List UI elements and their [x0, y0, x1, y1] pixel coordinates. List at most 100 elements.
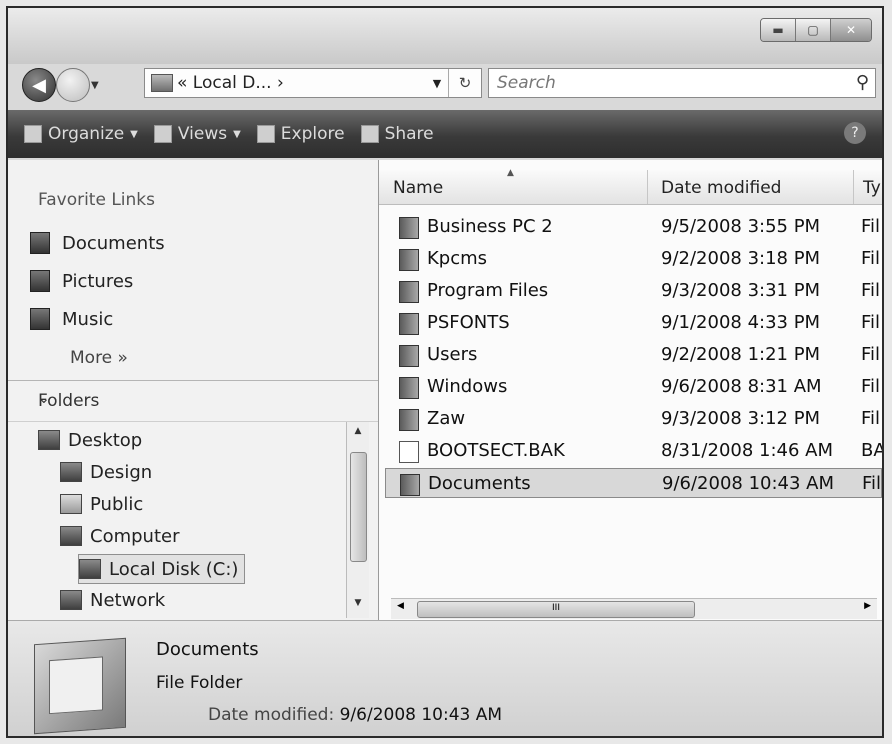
file-row-selected[interactable]: Documents 9/6/2008 10:43 AM Fil — [385, 468, 882, 498]
file-row[interactable]: Program Files 9/3/2008 3:31 PM Fil — [385, 276, 882, 306]
column-divider[interactable] — [647, 170, 648, 204]
share-button[interactable]: Share — [360, 124, 434, 144]
explore-label: Explore — [280, 124, 345, 144]
chevron-down-icon[interactable]: ⌄ — [38, 391, 362, 407]
navigation-bar: ◀ ▼ « Local D... › ▼ ↻ Search ⚲ — [16, 66, 876, 102]
music-icon — [30, 308, 50, 330]
more-links-button[interactable]: More » — [70, 348, 128, 368]
address-bar[interactable]: « Local D... › ▼ ↻ — [144, 68, 482, 98]
details-pane: Documents File Folder Date modified: 9/6… — [8, 620, 882, 736]
tree-item-network[interactable]: Network — [60, 586, 165, 614]
file-row[interactable]: Zaw 9/3/2008 3:12 PM Fil — [385, 404, 882, 434]
file-list-pane: ▲ Name Date modified Ty Business PC 2 9/… — [379, 160, 882, 620]
file-name: Business PC 2 — [427, 216, 553, 237]
scroll-thumb[interactable] — [350, 452, 367, 562]
tree-item-label: Computer — [90, 525, 180, 547]
help-icon[interactable]: ? — [844, 122, 866, 144]
list-horizontal-scrollbar[interactable]: ◀ III ▶ — [391, 598, 877, 619]
folder-icon — [399, 377, 419, 399]
address-dropdown-icon[interactable]: ▼ — [426, 77, 448, 90]
refresh-icon[interactable]: ↻ — [448, 69, 481, 97]
tree-item-public[interactable]: Public — [60, 490, 143, 518]
column-divider[interactable] — [853, 170, 854, 204]
tree-item-label: Public — [90, 493, 144, 515]
drive-icon — [151, 74, 173, 92]
tree-item-desktop[interactable]: Desktop — [38, 426, 142, 454]
views-button[interactable]: Views ▼ — [153, 124, 241, 144]
details-item-name: Documents — [156, 639, 259, 660]
scroll-right-icon[interactable]: ▶ — [864, 601, 871, 611]
search-input[interactable]: Search ⚲ — [488, 68, 876, 98]
folder-icon — [399, 409, 419, 431]
column-header-date[interactable]: Date modified — [661, 178, 781, 198]
file-row[interactable]: Business PC 2 9/5/2008 3:55 PM Fil — [385, 212, 882, 242]
file-type: Fil — [861, 408, 881, 429]
explore-button[interactable]: Explore — [256, 124, 345, 144]
close-icon[interactable]: ✕ — [831, 19, 871, 41]
file-date: 8/31/2008 1:46 AM — [661, 440, 834, 461]
command-bar: Organize ▼ Views ▼ Explore Share ? — [8, 110, 882, 158]
documents-folder-icon — [34, 637, 126, 735]
file-name: PSFONTS — [427, 312, 510, 333]
search-icon[interactable]: ⚲ — [856, 69, 869, 97]
network-icon — [60, 590, 82, 610]
share-label: Share — [384, 124, 434, 144]
views-icon — [153, 125, 172, 143]
tree-item-label: Network — [90, 589, 166, 611]
file-date: 9/6/2008 8:31 AM — [661, 376, 822, 397]
file-name: Documents — [428, 473, 531, 494]
chevron-down-icon: ▼ — [130, 128, 138, 140]
tree-item-local-disk[interactable]: Local Disk (C:) — [78, 554, 246, 584]
views-label: Views — [177, 124, 228, 144]
file-type: Fil — [861, 344, 881, 365]
file-row[interactable]: Kpcms 9/2/2008 3:18 PM Fil — [385, 244, 882, 274]
file-type: Fil — [862, 473, 882, 494]
explorer-window: ▬ ▢ ✕ ◀ ▼ « Local D... › ▼ ↻ Search ⚲ Or… — [6, 6, 884, 738]
maximize-icon[interactable]: ▢ — [796, 19, 831, 41]
folder-tree: Desktop Design Public Computer Local Dis… — [8, 422, 346, 620]
file-row[interactable]: Users 9/2/2008 1:21 PM Fil — [385, 340, 882, 370]
file-row[interactable]: BOOTSECT.BAK 8/31/2008 1:46 AM BA — [385, 436, 882, 466]
file-type: Fil — [861, 248, 881, 269]
organize-label: Organize — [48, 124, 125, 144]
favorite-link-pictures[interactable]: Pictures — [30, 270, 133, 292]
favorite-link-label: Pictures — [62, 270, 134, 292]
documents-folder-icon — [400, 474, 420, 496]
scroll-up-icon[interactable]: ▲ — [347, 426, 369, 444]
scroll-thumb[interactable]: III — [417, 601, 695, 618]
file-row[interactable]: PSFONTS 9/1/2008 4:33 PM Fil — [385, 308, 882, 338]
tree-item-computer[interactable]: Computer — [60, 522, 179, 550]
column-header-type[interactable]: Ty — [863, 178, 881, 198]
tree-item-design[interactable]: Design — [60, 458, 152, 486]
file-date: 9/3/2008 3:31 PM — [661, 280, 821, 301]
desktop-icon — [38, 430, 60, 450]
details-item-type: File Folder — [156, 673, 243, 693]
navigation-pane: Favorite Links Documents Pictures Music … — [8, 160, 379, 620]
minimize-icon[interactable]: ▬ — [761, 19, 796, 41]
tree-vertical-scrollbar[interactable]: ▲ ▼ — [346, 422, 369, 618]
file-type: BA — [861, 440, 882, 461]
recent-pages-dropdown-icon[interactable]: ▼ — [91, 80, 99, 91]
favorite-link-documents[interactable]: Documents — [30, 232, 165, 254]
column-header-name[interactable]: Name — [393, 178, 443, 198]
organize-button[interactable]: Organize ▼ — [24, 124, 138, 144]
forward-button[interactable] — [56, 68, 90, 102]
folders-header[interactable]: Folders ⌄ — [8, 380, 378, 422]
file-date: 9/3/2008 3:12 PM — [661, 408, 821, 429]
sort-ascending-icon: ▲ — [507, 168, 514, 178]
file-row[interactable]: Windows 9/6/2008 8:31 AM Fil — [385, 372, 882, 402]
details-date-modified: Date modified: 9/6/2008 10:43 AM — [208, 705, 502, 725]
favorite-link-music[interactable]: Music — [30, 308, 113, 330]
scroll-down-icon[interactable]: ▼ — [347, 598, 369, 616]
file-date: 9/2/2008 1:21 PM — [661, 344, 821, 365]
address-text: « Local D... › — [177, 73, 284, 93]
folder-icon — [399, 313, 419, 335]
file-type: Fil — [861, 216, 881, 237]
file-name: Program Files — [427, 280, 549, 301]
scroll-left-icon[interactable]: ◀ — [397, 601, 404, 611]
explore-icon — [256, 125, 275, 143]
file-name: Windows — [427, 376, 508, 397]
user-folder-icon — [60, 462, 82, 482]
back-button[interactable]: ◀ — [22, 68, 56, 102]
file-date: 9/2/2008 3:18 PM — [661, 248, 821, 269]
